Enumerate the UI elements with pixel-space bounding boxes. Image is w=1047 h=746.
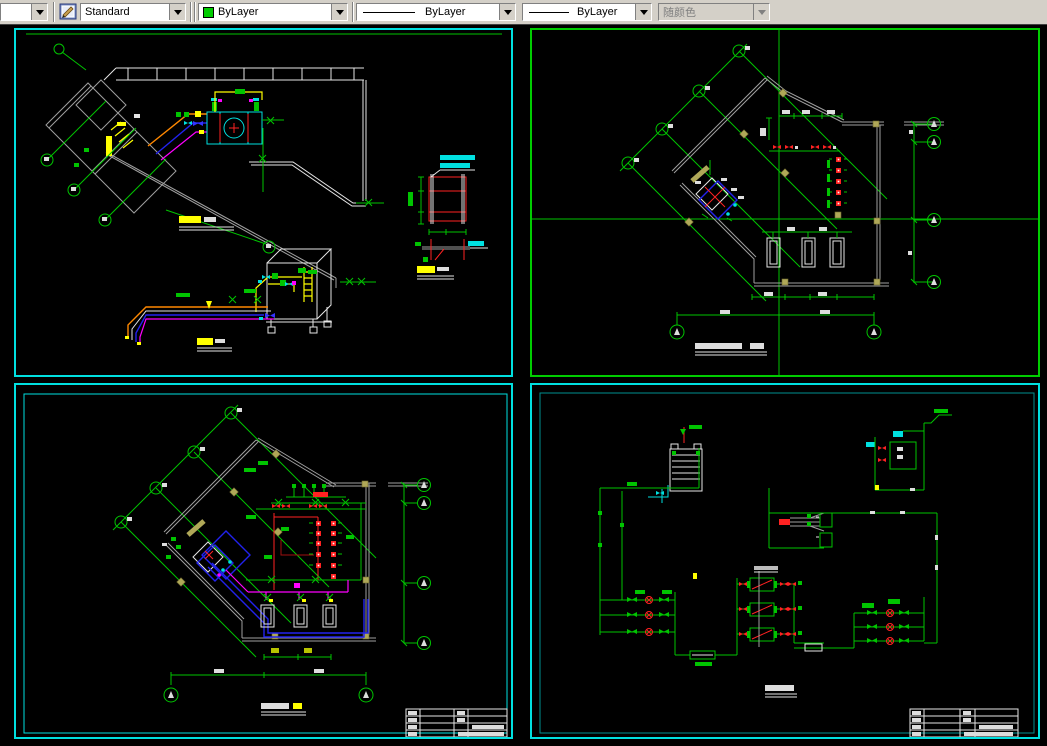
dropdown-arrow-icon[interactable] (31, 4, 47, 20)
detail-pipe-support (408, 155, 488, 262)
unnamed-combo[interactable] (0, 3, 48, 21)
red-piping (273, 513, 342, 590)
toolbar-separator (194, 2, 196, 22)
pump-room (690, 160, 744, 222)
right-pump-manifold (853, 597, 925, 648)
color-swatch (203, 6, 214, 18)
grid-bubbles-upper-left (112, 404, 377, 658)
lineweight-combo-value: ByLayer (577, 6, 618, 18)
dropdown-arrow-icon[interactable] (635, 4, 651, 20)
linetype-combo[interactable]: ByLayer (356, 3, 516, 21)
grid-leaders-and-bubbles (40, 43, 276, 254)
dropdown-arrow-icon[interactable] (169, 4, 185, 20)
tank-assembly (255, 248, 333, 334)
drawing-title (261, 703, 306, 716)
dropdown-arrow-icon[interactable] (331, 4, 347, 20)
flow-arrow (206, 301, 212, 309)
viewport-top-left[interactable] (14, 28, 513, 377)
toolbar-separator (190, 2, 192, 22)
lineweight-combo[interactable]: ByLayer (522, 3, 652, 21)
viewport-bottom-right[interactable] (530, 383, 1040, 739)
viewport-top-right[interactable] (530, 28, 1040, 377)
linetype-combo-value: ByLayer (425, 6, 466, 18)
text-style-icon[interactable] (59, 3, 77, 20)
equipment-row (769, 145, 840, 152)
left-pump-manifold (600, 578, 738, 666)
pump-room (162, 519, 251, 582)
toolbar-separator (352, 2, 354, 22)
red-label (779, 519, 790, 525)
red-label (313, 492, 328, 497)
drawing-title (695, 343, 767, 356)
site-plan-drawing (532, 30, 1038, 375)
roof-parapet-outline (103, 67, 368, 288)
drawing-frame (539, 392, 1035, 734)
flow-schematic-drawing (539, 392, 1035, 737)
pumps (260, 593, 337, 628)
plot-style-combo-value: 随颜色 (663, 7, 696, 19)
dropdown-arrow-icon[interactable] (499, 4, 515, 20)
viewport-bottom-left[interactable] (14, 383, 513, 739)
lineweight-glyph (529, 11, 569, 13)
pipe-bundle (125, 289, 275, 345)
style-combo-value: Standard (85, 6, 130, 18)
drawing-frame (23, 393, 508, 734)
plot-style-combo: 随颜色 (658, 3, 770, 21)
dimensions (669, 110, 941, 340)
drawing-title (765, 685, 797, 698)
supply-pipes (147, 111, 207, 161)
detail-label-cyan (440, 155, 475, 160)
color-combo[interactable]: ByLayer (198, 3, 348, 21)
linetype-glyph (363, 11, 415, 13)
construction-crosshair (532, 30, 1038, 375)
green-piping (244, 461, 366, 584)
cad-application-window: { "app": { "type": "CAD drawing workspac… (0, 0, 1047, 746)
dense-piping-plan-drawing (23, 393, 508, 737)
dimensions (163, 478, 431, 703)
piping-plan-drawing (26, 33, 502, 352)
expansion-tank-assembly (866, 409, 952, 491)
style-combo[interactable]: Standard (80, 3, 186, 21)
top-toolbar: Standard ByLayer ByLayer ByLayer 随颜色 (0, 0, 1047, 25)
building-outline (671, 75, 944, 287)
blue-pipe-loop (207, 562, 369, 638)
toolbar-separator (53, 2, 55, 22)
chillers (737, 566, 854, 652)
rotated-building (45, 79, 177, 214)
valve-column (827, 157, 847, 219)
color-combo-value: ByLayer (218, 6, 259, 18)
dropdown-arrow-icon (753, 4, 769, 20)
pumps (762, 227, 852, 268)
building-outline (163, 437, 428, 642)
